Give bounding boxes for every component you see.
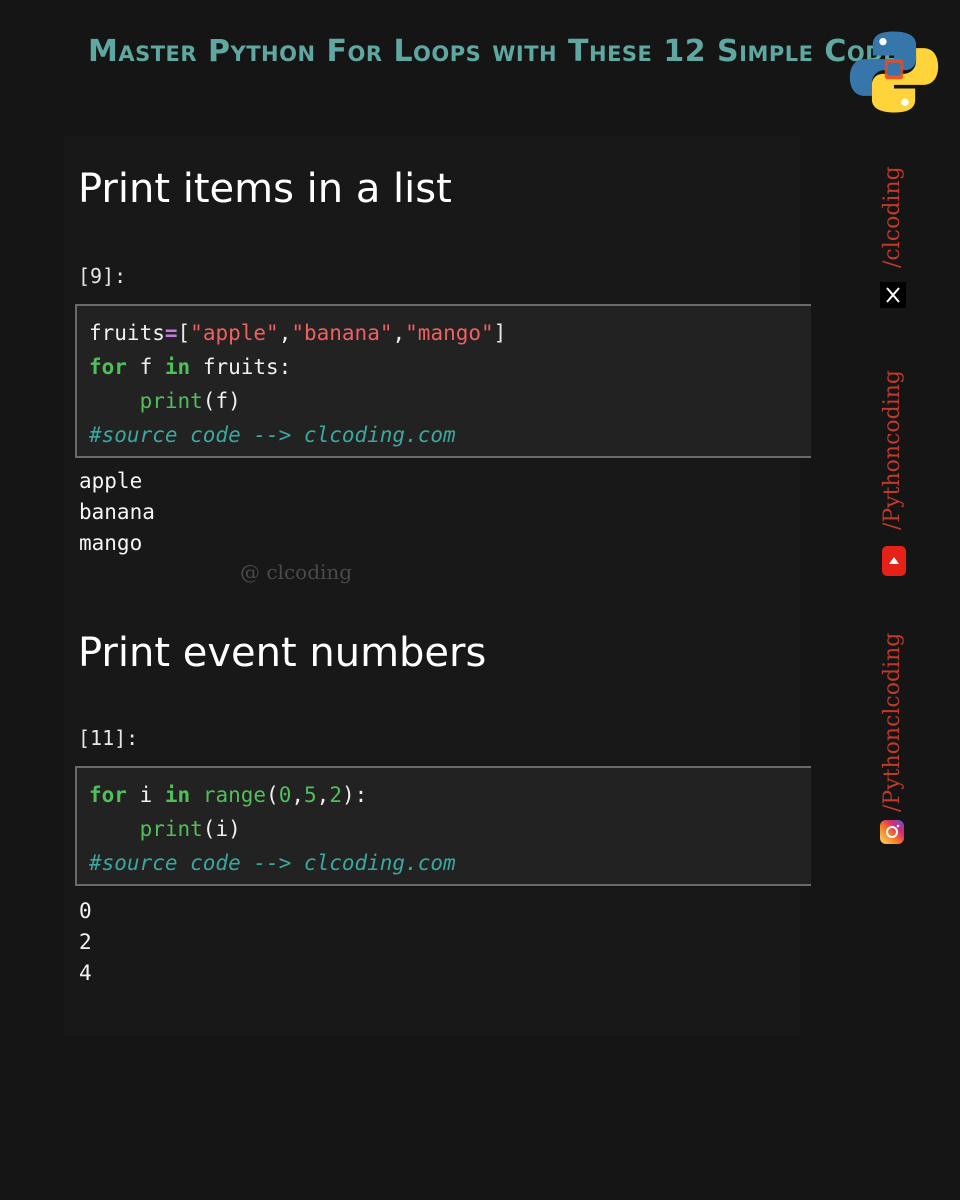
code-token: ( [266, 783, 279, 807]
instagram-icon[interactable] [880, 820, 904, 844]
cell-prompt: [9]: [78, 264, 127, 288]
code-token: in [164, 355, 191, 379]
code-line: print(i) [89, 812, 811, 846]
social-handle-x[interactable]: /clcoding [880, 166, 905, 268]
code-cell[interactable]: fruits=["apple","banana","mango"] for f … [75, 304, 811, 458]
watermark: @ clcoding [240, 560, 353, 584]
code-token: [ [177, 321, 191, 345]
section-title: Print event numbers [78, 630, 487, 676]
cell-output: apple banana mango [79, 466, 155, 559]
python-logo-icon [849, 31, 939, 113]
code-token: print [139, 389, 203, 413]
code-token: , [392, 321, 406, 345]
header-banner: Master Python For Loops with These 12 Si… [0, 0, 960, 120]
code-token: "banana" [291, 321, 393, 345]
code-token: (i) [202, 817, 241, 841]
code-token: , [291, 783, 305, 807]
social-handle-instagram[interactable]: /Pythonclcoding [880, 633, 905, 812]
code-token: range [202, 783, 267, 807]
code-token: fruits: [190, 355, 292, 379]
output-line: apple [79, 469, 143, 493]
output-line: 4 [79, 961, 92, 985]
code-token: "mango" [405, 321, 494, 345]
cell-prompt: [11]: [78, 726, 139, 750]
code-token: (f) [202, 389, 241, 413]
code-token: 0 [278, 783, 292, 807]
code-token: ): [341, 783, 368, 807]
code-comment: #source code --> clcoding.com [89, 851, 456, 875]
output-line: mango [79, 531, 143, 555]
code-line: for f in fruits: [89, 350, 811, 384]
code-line: for i in range(0,5,2): [89, 778, 811, 812]
code-token: i [126, 783, 165, 807]
code-token: = [164, 321, 178, 345]
code-token: ] [493, 321, 507, 345]
code-token: fruits [89, 321, 165, 345]
code-comment: #source code --> clcoding.com [89, 423, 456, 447]
code-token: , [278, 321, 292, 345]
page-title: Master Python For Loops with These 12 Si… [88, 34, 914, 69]
code-token: for [89, 355, 127, 379]
code-token: in [164, 783, 191, 807]
code-line: print(f) [89, 384, 811, 418]
code-token: print [139, 817, 203, 841]
youtube-icon[interactable] [882, 546, 906, 576]
output-line: 0 [79, 899, 92, 923]
code-token: 5 [304, 783, 317, 807]
code-line: fruits=["apple","banana","mango"] [89, 316, 811, 350]
social-handle-youtube[interactable]: /Pythoncoding [880, 370, 905, 530]
code-token: for [89, 783, 127, 807]
notebook-panel: Print items in a list [9]: fruits=["appl… [64, 136, 811, 1036]
output-line: 2 [79, 930, 92, 954]
output-line: banana [79, 500, 155, 524]
code-token: , [316, 783, 330, 807]
section-title: Print items in a list [78, 166, 452, 212]
code-token: 2 [329, 783, 342, 807]
code-token: f [126, 355, 165, 379]
x-twitter-icon[interactable] [880, 282, 906, 308]
code-cell[interactable]: for i in range(0,5,2): print(i) #source … [75, 766, 811, 886]
cell-output: 0 2 4 [79, 896, 92, 989]
code-token: "apple" [190, 321, 279, 345]
